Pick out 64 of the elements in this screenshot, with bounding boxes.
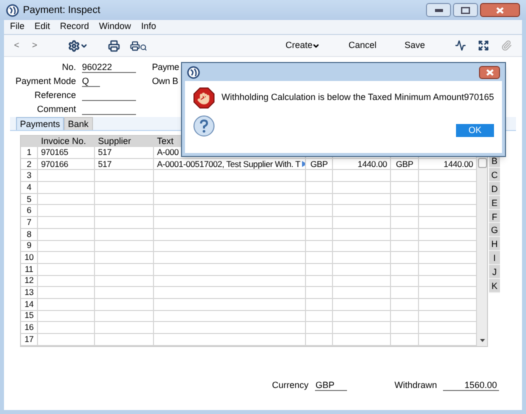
table-cell: 8 [21,228,38,240]
field-label: Currency [272,378,310,392]
table-cell: 9 [21,240,38,252]
menu-item[interactable]: Record [60,20,90,34]
input-field[interactable]: Q [82,76,100,87]
table-cell: 1 [21,147,38,159]
toolbar-button[interactable]: Save [404,38,425,52]
field-label: Withdrawn [394,378,438,392]
field-label: Payment Mode [14,74,77,88]
menu-item[interactable]: File [10,20,25,34]
table-cell: 3 [21,170,38,182]
input-field[interactable]: GBP [314,380,347,391]
toolbar-button[interactable]: Create [285,38,320,52]
back-button[interactable]: < [14,38,26,52]
menu-item[interactable]: Window [99,20,132,34]
side-tab[interactable]: J [489,265,500,280]
side-tab[interactable]: I [489,251,500,266]
table-cell: GBP [306,158,333,170]
table-cell: 1440.00 [333,158,391,170]
menu-item[interactable]: Info [141,20,156,34]
table-cell: A-0001-00517002, Test Supplier With. T [154,158,306,170]
tab[interactable]: Bank [64,117,93,130]
input-field[interactable]: 1560.00 [443,380,500,391]
ok-button[interactable]: OK [456,124,494,136]
side-tab[interactable]: D [489,182,500,196]
column-header: Supplier [97,136,132,147]
table-cell: 10 [21,252,38,264]
table-cell: 13 [21,287,38,299]
field-label: Reference [33,88,77,102]
field-label: No. [60,60,77,74]
table-cell: 2 [21,158,38,170]
dialog-message: Withholding Calculation is below the Taxed Minimum Amount970165 [222,91,494,104]
field-label: Own B [152,75,180,88]
side-tab[interactable]: G [489,223,500,238]
menu-item[interactable]: Edit [34,20,50,34]
table-cell: 14 [21,298,38,311]
field-label: Comment [36,102,77,116]
table-cell: 4 [21,182,38,194]
table-cell: 12 [21,276,38,288]
table-cell: 11 [21,264,38,276]
side-tab[interactable]: H [489,237,500,252]
tab[interactable]: Payments [16,117,64,130]
input-field[interactable]: 960222 [82,62,136,73]
toolbar-button[interactable]: Cancel [348,38,376,52]
forward-button[interactable]: > [32,38,44,52]
column-header: Invoice No. [40,136,88,147]
table-cell: 517 [95,147,154,159]
column-header: Text [156,136,175,147]
table-cell: 7 [21,217,38,229]
field-label: Payme [152,61,180,74]
side-tab[interactable]: E [489,196,500,210]
table-cell: 15 [21,310,38,322]
table-cell: 970166 [38,158,95,170]
table-cell: 970165 [38,147,95,159]
side-tab[interactable]: C [489,168,500,182]
table-cell: 517 [95,158,154,170]
window-title: Payment: Inspect [23,4,100,18]
side-tab[interactable]: F [489,210,500,224]
table-cell: 16 [21,322,38,334]
side-tab[interactable]: K [489,279,500,293]
table-cell: 17 [21,334,38,346]
table-cell: GBP [391,158,419,170]
table-cell: 6 [21,205,38,218]
table-cell: 5 [21,194,38,206]
